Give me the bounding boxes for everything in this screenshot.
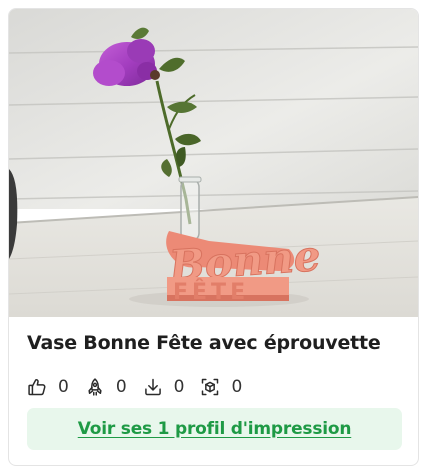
model-title[interactable]: Vase Bonne Fête avec éprouvette — [27, 332, 381, 354]
thumbnail-photo: Bonne FÊTE — [9, 9, 418, 317]
downloads-stat[interactable]: 0 — [143, 377, 185, 397]
download-icon — [144, 378, 161, 396]
model-thumbnail[interactable]: Bonne FÊTE — [9, 9, 418, 317]
3d-cube-icon — [202, 378, 219, 396]
svg-text:FÊTE: FÊTE — [173, 279, 249, 305]
print-profile-link[interactable]: Voir ses 1 profil d'impression — [78, 419, 352, 439]
rocket-icon — [88, 378, 102, 396]
likes-stat[interactable]: 0 — [27, 377, 69, 397]
print-profile-button[interactable]: Voir ses 1 profil d'impression — [27, 408, 402, 450]
prints-count: 0 — [231, 377, 243, 397]
boosts-count: 0 — [115, 377, 127, 397]
prints-stat[interactable]: 0 — [200, 377, 242, 397]
likes-count: 0 — [58, 377, 69, 397]
boosts-stat[interactable]: 0 — [85, 377, 127, 397]
thumbs-up-icon — [28, 379, 46, 396]
stats-row: 0 0 0 0 — [27, 375, 258, 399]
model-card[interactable]: Bonne FÊTE Vase Bonne Fête avec éprouvet… — [8, 8, 419, 466]
downloads-count: 0 — [173, 377, 185, 397]
